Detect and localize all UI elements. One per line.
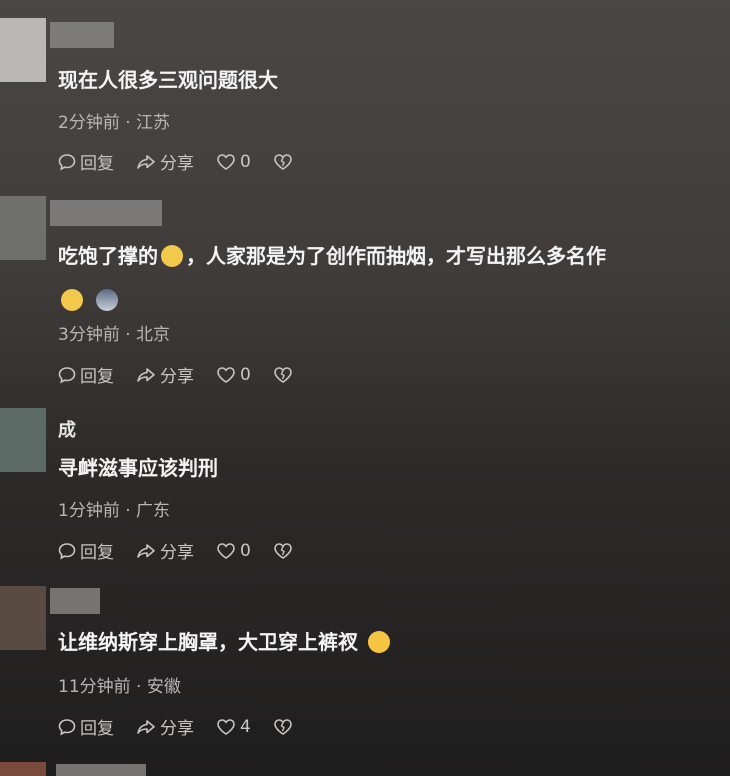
comment-meta: 1分钟前 · 广东	[58, 496, 170, 521]
dislike-button[interactable]	[273, 542, 297, 560]
share-label: 分享	[160, 154, 194, 174]
reply-bubble-icon	[58, 542, 76, 559]
reply-button[interactable]: 回复	[58, 714, 114, 739]
comment-item: 成 寻衅滋事应该判刑 1分钟前 · 广东 回复 分享 0	[0, 400, 730, 580]
username-redacted	[50, 200, 162, 226]
comment-text: 寻衅滋事应该判刑	[58, 456, 218, 480]
comment-location: 广东	[136, 501, 171, 521]
comment-location: 北京	[136, 325, 171, 345]
meta-separator: ·	[136, 677, 147, 697]
username-redacted	[50, 22, 114, 48]
dislike-button[interactable]	[273, 153, 297, 171]
comment-text: 让维纳斯穿上胸罩，大卫穿上裤衩	[58, 620, 720, 664]
heart-icon	[217, 542, 235, 559]
share-label: 分享	[160, 543, 194, 563]
comment-text-part: 让维纳斯穿上胸罩，大卫穿上裤衩	[58, 630, 358, 654]
share-button[interactable]: 分享	[136, 714, 194, 739]
heart-icon	[217, 718, 235, 735]
reply-bubble-icon	[58, 153, 76, 170]
avatar[interactable]	[0, 586, 46, 650]
heart-icon	[217, 366, 235, 383]
comment-actions: 回复 分享 0	[58, 362, 319, 387]
share-arrow-icon	[137, 543, 155, 558]
comment-time: 2分钟前	[58, 113, 120, 133]
broken-heart-icon	[274, 366, 292, 383]
dizzy-face-emoji	[61, 288, 83, 311]
share-arrow-icon	[137, 719, 155, 734]
share-button[interactable]: 分享	[136, 538, 194, 563]
username[interactable]: 成	[58, 416, 76, 442]
like-button[interactable]: 0	[216, 152, 251, 172]
comment-item: 让维纳斯穿上胸罩，大卫穿上裤衩 11分钟前 · 安徽 回复 分享 4	[0, 580, 730, 760]
reply-label: 回复	[80, 543, 114, 563]
reply-button[interactable]: 回复	[58, 362, 114, 387]
comment-meta: 11分钟前 · 安徽	[58, 672, 181, 697]
meta-separator: ·	[125, 325, 137, 345]
comment-actions: 回复 分享 4	[58, 714, 319, 739]
username-redacted	[50, 588, 100, 614]
comment-time: 1分钟前	[58, 501, 120, 521]
reply-label: 回复	[80, 367, 114, 387]
crescent-night-emoji	[95, 288, 118, 311]
meta-separator: ·	[125, 501, 137, 521]
dislike-button[interactable]	[273, 366, 297, 384]
share-label: 分享	[160, 719, 194, 739]
like-count: 0	[240, 151, 251, 172]
username-redacted	[56, 764, 146, 776]
meta-separator: ·	[125, 113, 137, 133]
comment-meta: 2分钟前 · 江苏	[58, 108, 170, 133]
comment-text: 吃饱了撑的 ，人家那是为了创作而抽烟，才写出那么多名作	[58, 234, 720, 322]
avatar[interactable]	[0, 196, 46, 260]
avatar[interactable]	[0, 762, 46, 776]
share-arrow-icon	[137, 367, 155, 382]
broken-heart-icon	[274, 718, 292, 735]
laughing-tears-emoji	[367, 630, 390, 653]
like-count: 0	[240, 364, 251, 385]
reply-bubble-icon	[58, 718, 76, 735]
comment-meta: 3分钟前 · 北京	[58, 320, 170, 345]
heart-icon	[217, 153, 235, 170]
share-label: 分享	[160, 367, 194, 387]
avatar[interactable]	[0, 408, 46, 472]
reply-button[interactable]: 回复	[58, 149, 114, 174]
share-arrow-icon	[137, 154, 155, 169]
broken-heart-icon	[274, 542, 292, 559]
reply-label: 回复	[80, 719, 114, 739]
share-button[interactable]: 分享	[136, 149, 194, 174]
like-button[interactable]: 4	[216, 717, 251, 737]
reply-button[interactable]: 回复	[58, 538, 114, 563]
avatar[interactable]	[0, 18, 46, 82]
like-button[interactable]: 0	[216, 541, 251, 561]
comment-text-part: 吃饱了撑的	[58, 244, 158, 268]
comment-text-part: ，人家那是为了创作而抽烟，才写出那么多名作	[186, 244, 606, 268]
comment-location: 安徽	[146, 677, 181, 697]
broken-heart-icon	[274, 153, 292, 170]
comment-location: 江苏	[136, 113, 171, 133]
comment-item: 现在人很多三观问题很大 2分钟前 · 江苏 回复 分享 0	[0, 0, 730, 190]
comment-actions: 回复 分享 0	[58, 149, 319, 174]
like-count: 4	[240, 716, 251, 737]
reply-bubble-icon	[58, 366, 76, 383]
like-count: 0	[240, 540, 251, 561]
comment-time: 11分钟前	[58, 677, 131, 697]
dizzy-face-emoji	[161, 244, 183, 267]
like-button[interactable]: 0	[216, 365, 251, 385]
comment-actions: 回复 分享 0	[58, 538, 319, 563]
comment-item: 吃饱了撑的 ，人家那是为了创作而抽烟，才写出那么多名作 3分钟前 · 北京 回复 …	[0, 190, 730, 400]
dislike-button[interactable]	[273, 718, 297, 736]
comment-time: 3分钟前	[58, 325, 120, 345]
share-button[interactable]: 分享	[136, 362, 194, 387]
comment-text: 现在人很多三观问题很大	[58, 68, 278, 92]
reply-label: 回复	[80, 154, 114, 174]
